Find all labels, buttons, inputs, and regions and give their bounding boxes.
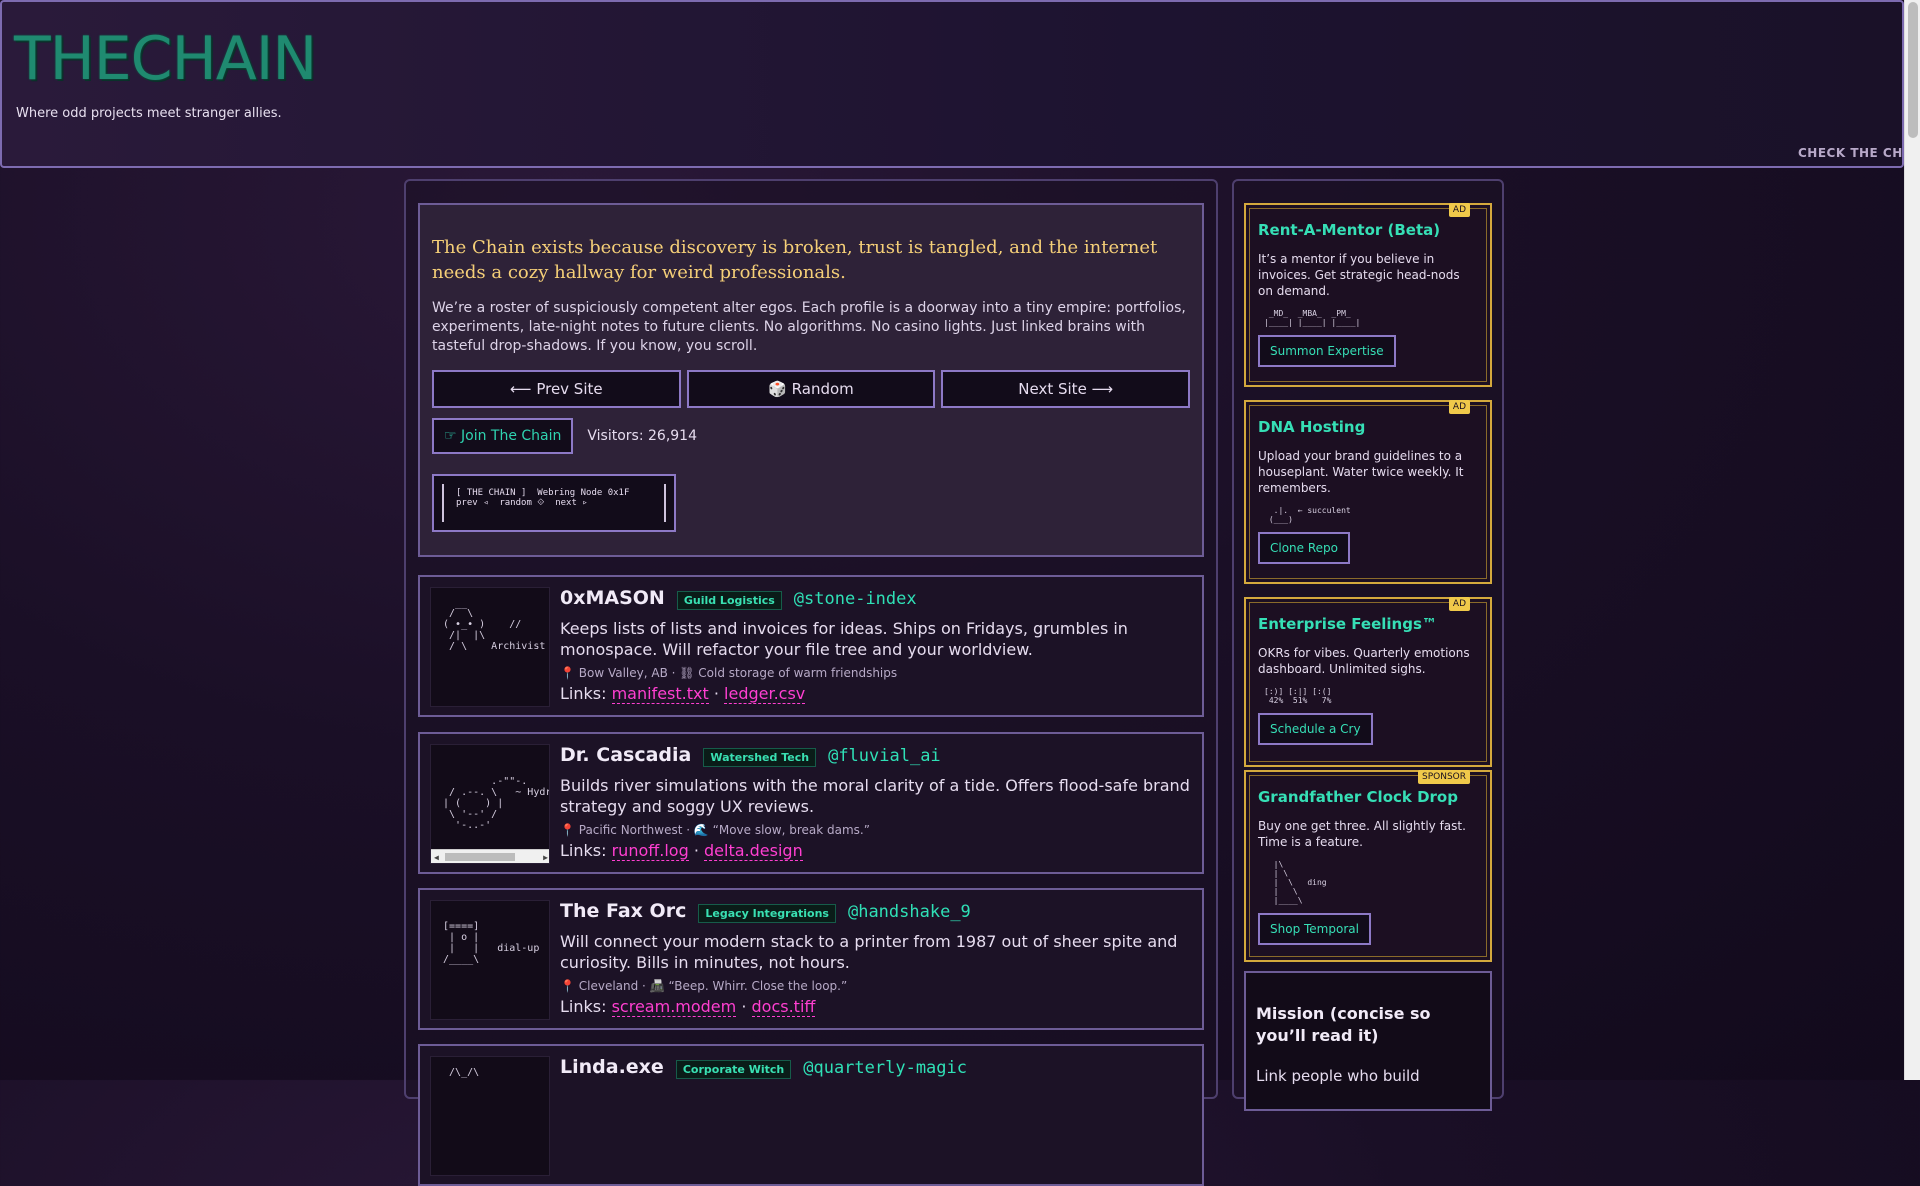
intro-card: The Chain exists because discovery is br… <box>418 203 1204 557</box>
main-column: The Chain exists because discovery is br… <box>404 179 1218 1186</box>
join-chain-button[interactable]: ☞ Join The Chain <box>432 418 574 454</box>
prev-site-button[interactable]: ⟵ Prev Site <box>432 370 681 408</box>
links-label: Links: <box>560 841 607 860</box>
ad-badge: AD <box>1448 597 1470 611</box>
page-scrollbar-thumb[interactable] <box>1908 2 1918 138</box>
ad-description: OKRs for vibes. Quarterly emotions dashb… <box>1258 646 1470 676</box>
schedule-a-cry-button[interactable]: Schedule a Cry <box>1258 713 1373 745</box>
member-tag: Guild Logistics <box>676 591 782 610</box>
ad-badge: AD <box>1448 400 1470 414</box>
member-name[interactable]: 0xMASON <box>560 587 665 609</box>
scroll-left-icon[interactable]: ◀ <box>434 852 439 863</box>
member-name[interactable]: Linda.exe <box>560 1056 664 1078</box>
member-meta: 📍 Bow Valley, AB · ⛓ Cold storage of war… <box>560 666 898 680</box>
member-avatar: .-""-. / .--. \ ~ Hydro | ( ) | \ '--' /… <box>430 744 550 864</box>
member-card: [====] | o | | | dial-up /____\ The Fax … <box>418 888 1204 1030</box>
sponsor-badge: SPONSOR <box>1417 770 1470 784</box>
member-handle[interactable]: @fluvial_ai <box>828 746 941 766</box>
ad-description: Buy one get three. All slightly fast. Ti… <box>1258 819 1466 849</box>
visitor-counter: Visitors: 26,914 <box>587 428 697 444</box>
site-logo[interactable]: THECHAIN <box>14 24 317 94</box>
member-description: Will connect your modern stack to a prin… <box>560 932 1178 972</box>
member-handle[interactable]: @handshake_9 <box>848 902 971 922</box>
member-link[interactable]: ledger.csv <box>724 684 806 704</box>
member-card: /\_/\ Linda.exe Corporate Witch @quarter… <box>418 1044 1204 1186</box>
member-name[interactable]: The Fax Orc <box>560 900 686 922</box>
summon-expertise-button[interactable]: Summon Expertise <box>1258 335 1396 367</box>
mission-card: Mission (concise so you’ll read it) Link… <box>1244 971 1492 1111</box>
member-card: /‾‾\ ( •_• ) // /| |\ / \ Archivist 0xMA… <box>418 575 1204 717</box>
member-link[interactable]: docs.tiff <box>751 997 816 1017</box>
ad-card: AD Enterprise Feelings™ OKRs for vibes. … <box>1244 597 1492 767</box>
intro-body: We’re a roster of suspiciously competent… <box>432 300 1186 354</box>
site-header: THECHAIN Where odd projects meet strange… <box>0 0 1904 168</box>
marquee-ticker: CHECK THE CHAIN <box>1798 146 1902 160</box>
member-link[interactable]: delta.design <box>704 841 803 861</box>
member-handle[interactable]: @quarterly-magic <box>803 1058 967 1078</box>
member-handle[interactable]: @stone-index <box>794 589 917 609</box>
member-name[interactable]: Dr. Cascadia <box>560 744 691 766</box>
join-row: ☞ Join The Chain Visitors: 26,914 <box>432 418 1190 454</box>
ad-description: Upload your brand guidelines to a housep… <box>1258 449 1464 495</box>
clock-art: |\ | \ | \ ding | \ |____\ <box>1273 860 1327 905</box>
scroll-thumb[interactable] <box>445 853 515 861</box>
ad-badge: AD <box>1448 203 1470 217</box>
ad-art: _MD_ _MBA_ _PM_ |____| |____| |____| <box>1264 309 1361 327</box>
member-tag: Watershed Tech <box>703 748 817 767</box>
ad-title[interactable]: Rent-A-Mentor (Beta) <box>1258 221 1478 239</box>
clone-repo-button[interactable]: Clone Repo <box>1258 532 1350 564</box>
member-description: Keeps lists of lists and invoices for id… <box>560 619 1128 659</box>
webring-badge[interactable]: [ THE CHAIN ] Webring Node 0x1F prev ◃ r… <box>432 474 676 532</box>
site-tagline: Where odd projects meet stranger allies. <box>16 106 282 121</box>
sidebar: AD Rent-A-Mentor (Beta) It’s a mentor if… <box>1232 179 1504 1111</box>
intro-lede: The Chain exists because discovery is br… <box>432 237 1158 283</box>
member-description: Builds river simulations with the moral … <box>560 776 1190 816</box>
member-link[interactable]: runoff.log <box>611 841 689 861</box>
member-link[interactable]: manifest.txt <box>611 684 709 704</box>
random-site-button[interactable]: 🎲 Random <box>686 370 936 408</box>
ad-card: AD DNA Hosting Upload your brand guideli… <box>1244 400 1492 584</box>
member-avatar: /‾‾\ ( •_• ) // /| |\ / \ Archivist <box>430 587 550 707</box>
member-avatar: /\_/\ <box>430 1056 550 1176</box>
ad-card: AD Rent-A-Mentor (Beta) It’s a mentor if… <box>1244 203 1492 387</box>
member-tag: Legacy Integrations <box>698 904 836 923</box>
ad-title[interactable]: DNA Hosting <box>1258 418 1478 436</box>
member-meta: 📍 Cleveland · 📠 “Beep. Whirr. Close the … <box>560 979 848 993</box>
member-links: Links: scream.modem · docs.tiff <box>560 997 816 1017</box>
sponsor-card: SPONSOR Grandfather Clock Drop Buy one g… <box>1244 770 1492 962</box>
webring-nav: ⟵ Prev Site 🎲 Random Next Site ⟶ <box>432 370 1191 408</box>
webring-badge-art: [ THE CHAIN ] Webring Node 0x1F prev ◃ r… <box>442 484 666 522</box>
avatar-scrollbar[interactable]: ◀ ▶ <box>431 849 549 863</box>
member-tag: Corporate Witch <box>675 1060 792 1079</box>
member-links: Links: runoff.log · delta.design <box>560 841 803 861</box>
shop-temporal-button[interactable]: Shop Temporal <box>1258 913 1371 945</box>
next-site-button[interactable]: Next Site ⟶ <box>941 370 1191 408</box>
page-scrollbar[interactable] <box>1904 0 1920 1080</box>
member-meta: 📍 Pacific Northwest · 🌊 “Move slow, brea… <box>560 823 870 837</box>
ad-title[interactable]: Enterprise Feelings™ <box>1258 615 1478 633</box>
links-label: Links: <box>560 684 607 703</box>
mission-title: Mission (concise so you’ll read it) <box>1256 1004 1431 1045</box>
member-link[interactable]: scream.modem <box>611 997 737 1017</box>
member-card: .-""-. / .--. \ ~ Hydro | ( ) | \ '--' /… <box>418 732 1204 874</box>
member-avatar: [====] | o | | | dial-up /____\ <box>430 900 550 1020</box>
mission-text: Link people who build <box>1256 1067 1420 1085</box>
ad-art: .|. ← succulent (___) <box>1268 506 1351 524</box>
ad-description: It’s a mentor if you believe in invoices… <box>1258 252 1460 298</box>
links-label: Links: <box>560 997 607 1016</box>
member-links: Links: manifest.txt · ledger.csv <box>560 684 806 704</box>
scroll-right-icon[interactable]: ▶ <box>543 852 548 863</box>
ad-title[interactable]: Grandfather Clock Drop <box>1258 788 1478 806</box>
ad-art: [:)] [:|] [:(] 42% 51% 7% <box>1264 687 1332 705</box>
member-avatar-art: .-""-. / .--. \ ~ Hydro | ( ) | \ '--' /… <box>443 776 549 831</box>
